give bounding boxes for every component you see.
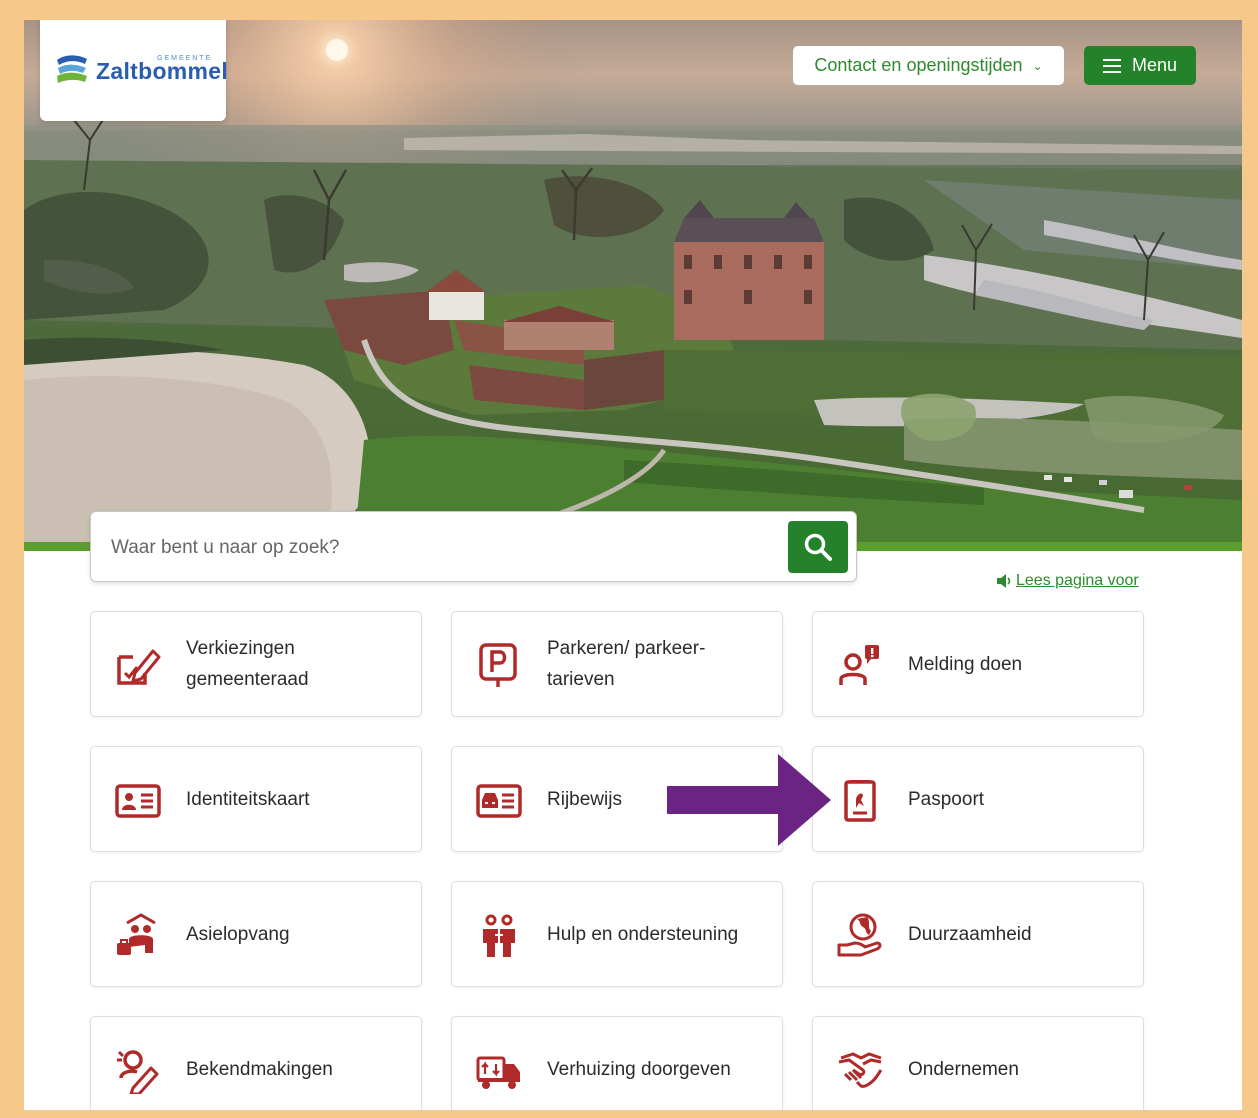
- speaker-icon: [997, 574, 1011, 588]
- page-frame: GEMEENTE Zaltbommel Contact en openingst…: [24, 20, 1242, 1110]
- search-input[interactable]: [109, 528, 773, 568]
- driving-license-icon: [476, 784, 522, 818]
- tile-ondernemen[interactable]: Ondernemen: [812, 1016, 1144, 1110]
- moving-truck-icon: [476, 1056, 520, 1089]
- support-people-icon: [483, 914, 515, 957]
- tile-verhuizing-doorgeven[interactable]: Verhuizing doorgeven: [451, 1016, 783, 1110]
- logo-text: Zaltbommel: [96, 58, 229, 84]
- tile-label: Hulp en ondersteuning: [547, 923, 739, 945]
- asylum-icon: [117, 913, 156, 955]
- search-icon: [804, 533, 832, 561]
- tile-label: Paspoort: [908, 788, 985, 810]
- menu-button[interactable]: Menu: [1084, 46, 1196, 85]
- tile-label: Asielopvang: [186, 923, 290, 945]
- tile-label: Ondernemen: [908, 1058, 1019, 1080]
- globe-hand-icon: [837, 913, 882, 957]
- zaltbommel-logo-icon: [57, 55, 87, 83]
- hamburger-icon: [1102, 58, 1121, 73]
- passport-icon: [844, 780, 876, 822]
- tile-label: Parkeren/ parkeer-tarieven: [547, 638, 706, 690]
- menu-label: Menu: [1131, 55, 1178, 75]
- report-person-icon: [839, 645, 879, 685]
- tile-label: Verkiezingen gemeenteraad: [186, 638, 309, 690]
- announcement-icon: [117, 1050, 159, 1094]
- search-bar: [90, 511, 857, 582]
- search-button[interactable]: [788, 521, 848, 573]
- annotation-arrow-icon: [667, 754, 831, 846]
- tile-label: Melding doen: [908, 653, 1023, 675]
- parking-icon: [479, 643, 517, 687]
- id-card-icon: [115, 784, 161, 818]
- tile-bekendmakingen[interactable]: Bekendmakingen: [90, 1016, 422, 1110]
- read-aloud-label: Lees pagina voor: [1016, 572, 1139, 589]
- tile-label: Duurzaamheid: [908, 923, 1032, 945]
- tile-label: Identiteitskaart: [186, 788, 310, 810]
- chevron-down-icon: ⌄: [1032, 58, 1043, 73]
- contact-hours-button[interactable]: Contact en openingstijden ⌄: [793, 46, 1064, 85]
- tile-identiteitskaart[interactable]: Identiteitskaart: [90, 746, 422, 852]
- tile-label: Verhuizing doorgeven: [547, 1058, 731, 1080]
- contact-hours-label: Contact en openingstijden: [814, 55, 1023, 75]
- handshake-icon: [838, 1052, 883, 1088]
- tile-asielopvang[interactable]: Asielopvang: [90, 881, 422, 987]
- tile-duurzaamheid[interactable]: Duurzaamheid: [812, 881, 1144, 987]
- tile-parkeren[interactable]: Parkeren/ parkeer-tarieven: [451, 611, 783, 717]
- logo[interactable]: GEMEENTE Zaltbommel: [40, 20, 229, 121]
- read-aloud-link[interactable]: Lees pagina voor: [996, 572, 1139, 590]
- ballot-pen-icon: [117, 649, 161, 685]
- tile-melding-doen[interactable]: Melding doen: [812, 611, 1144, 717]
- tile-verkiezingen[interactable]: Verkiezingen gemeenteraad: [90, 611, 422, 717]
- tile-label: Bekendmakingen: [186, 1058, 333, 1080]
- tile-hulp-ondersteuning[interactable]: Hulp en ondersteuning: [451, 881, 783, 987]
- tile-paspoort[interactable]: Paspoort: [812, 746, 1144, 852]
